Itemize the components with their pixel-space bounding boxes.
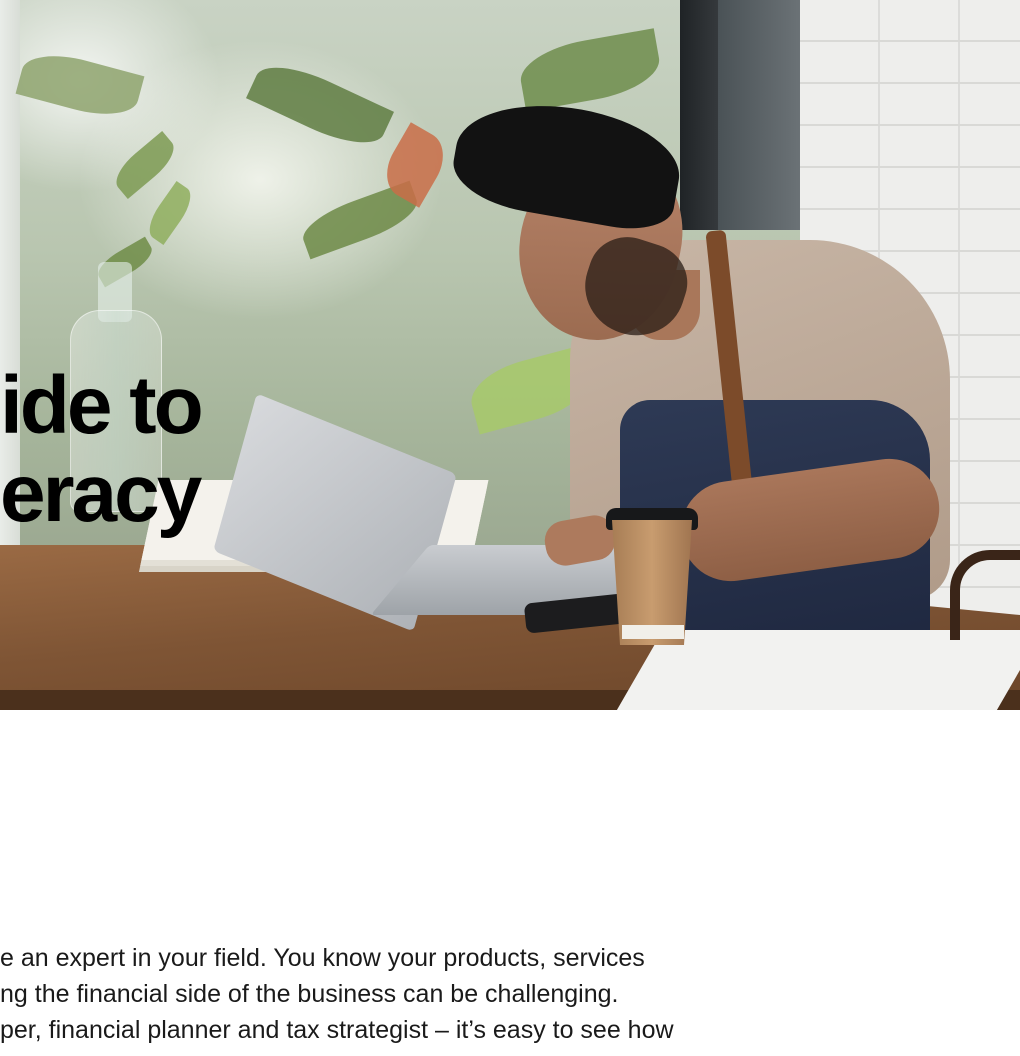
page-title-line-2: eracy: [0, 448, 202, 539]
page-title-line-1: ide to: [0, 360, 204, 451]
hero-photo: [0, 0, 1020, 710]
window-pillar: [680, 0, 718, 230]
window-pillar-shade: [718, 0, 800, 230]
coffee-cup-band: [622, 625, 684, 639]
chair-back: [950, 550, 1020, 640]
intro-line-3: per, financial planner and tax strategis…: [0, 1016, 674, 1044]
intro-line-2: ng the financial side of the business ca…: [0, 980, 619, 1008]
intro-paragraph: e an expert in your field. You know your…: [0, 940, 1020, 1048]
page-title: ide to eracy: [0, 360, 204, 539]
page: ide to eracy e an expert in your field. …: [0, 0, 1020, 1056]
intro-line-1: e an expert in your field. You know your…: [0, 944, 645, 972]
